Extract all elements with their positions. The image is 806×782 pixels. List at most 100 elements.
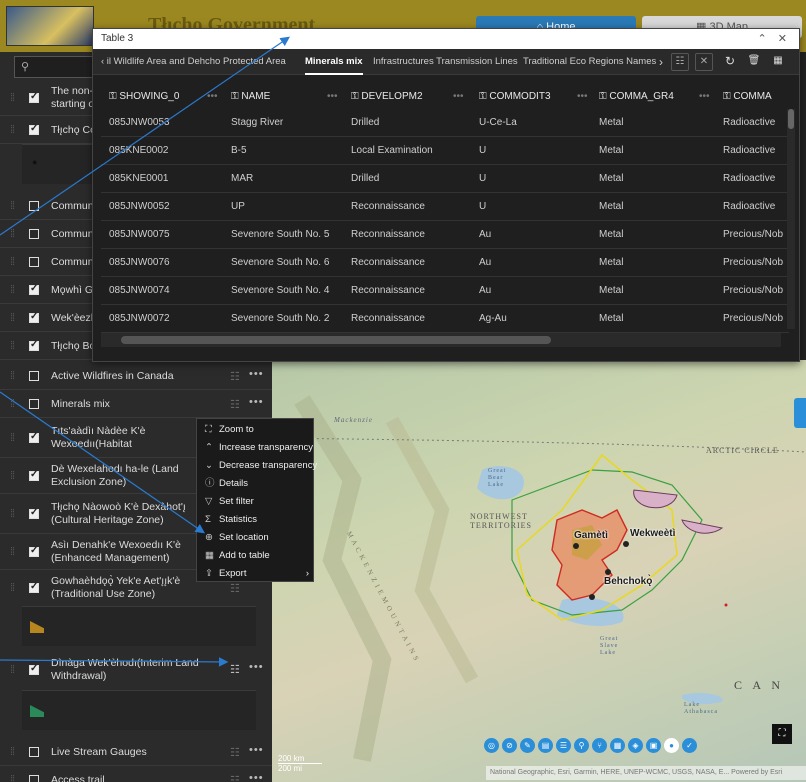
drag-handle-icon[interactable]: ⁞⁞ (10, 398, 15, 410)
layer-checkbox[interactable] (29, 91, 39, 103)
window-controls[interactable]: ⌃ ✕ (758, 29, 792, 49)
panel-toggle-button[interactable] (794, 398, 806, 428)
legend-toggle-icon[interactable]: ☷ (230, 398, 240, 411)
tab-eco-regions[interactable]: Traditional Eco Regions Names (523, 49, 656, 75)
delete-icon[interactable]: 🗑 (745, 53, 763, 71)
layer-options-icon[interactable]: ••• (249, 661, 264, 673)
menu-item-export[interactable]: ⇪ Export › (205, 565, 309, 583)
menu-item-set-location[interactable]: ⊕ Set location (205, 529, 269, 547)
drag-handle-icon[interactable]: ⁞⁞ (10, 664, 15, 676)
layer-checkbox[interactable] (29, 311, 39, 323)
tool-active-icon[interactable]: ● (664, 738, 679, 753)
layer-options-icon[interactable]: ••• (249, 368, 264, 380)
layer-checkbox[interactable] (29, 201, 39, 211)
legend-toggle-icon[interactable]: ☷ (230, 370, 240, 383)
layer-checkbox[interactable] (29, 507, 39, 519)
column-header[interactable]: ⚿ COMMODIT3 (479, 85, 551, 109)
layer-checkbox[interactable] (29, 581, 39, 593)
tab-next-arrow[interactable]: › (659, 49, 663, 75)
layer-checkbox[interactable] (29, 257, 39, 267)
drag-handle-icon[interactable]: ⁞⁞ (10, 774, 15, 782)
table-row[interactable]: 085JNW0052 UP Reconnaissance U Metal Radioact… (101, 193, 789, 221)
tool-tree-icon[interactable]: ⑂ (592, 738, 607, 753)
tab-transmission-lines[interactable]: Infrastructures Transmission Lines (373, 49, 518, 75)
drag-handle-icon[interactable]: ⁞⁞ (10, 284, 15, 296)
column-header[interactable]: ⚿ COMMA (723, 85, 772, 109)
tool-share-icon[interactable]: ⚲ (574, 738, 589, 753)
layer-checkbox[interactable] (29, 283, 39, 295)
column-menu-icon[interactable]: ••• (327, 85, 338, 109)
layer-checkbox[interactable] (29, 371, 39, 381)
layer-checkbox[interactable] (29, 339, 39, 351)
layer-checkbox[interactable] (29, 123, 39, 135)
vertical-scrollbar[interactable] (787, 109, 795, 329)
fullscreen-icon[interactable]: ⛶ (772, 724, 792, 744)
drag-handle-icon[interactable]: ⁞⁞ (10, 256, 15, 268)
drag-handle-icon[interactable]: ⁞⁞ (10, 582, 15, 594)
menu-item-details[interactable]: ⓘ Details (205, 475, 248, 493)
legend-toggle-icon[interactable]: ☷ (230, 746, 240, 759)
column-menu-icon[interactable]: ••• (207, 85, 218, 109)
tool-layers-icon[interactable]: ◈ (628, 738, 643, 753)
table-row[interactable]: 085JNW0072 Sevenore South No. 2 Reconnaiss… (101, 305, 789, 333)
layer-item-9[interactable]: ⁞⁞ Minerals mix ☷ ••• (0, 390, 272, 418)
tool-basemap-icon[interactable]: ▣ (646, 738, 661, 753)
layer-item-15[interactable]: ⁞⁞ Dìnàga Wek'èhodı(Interim Land Withdra… (0, 650, 272, 690)
table-row[interactable]: 085JNW0074 Sevenore South No. 4 Reconnaiss… (101, 277, 789, 305)
drag-handle-icon[interactable]: ⁞⁞ (10, 546, 15, 558)
table-row[interactable]: 085JNW0076 Sevenore South No. 6 Reconnaiss… (101, 249, 789, 277)
table-row[interactable]: 085JNW0075 Sevenore South No. 5 Reconnaiss… (101, 221, 789, 249)
column-header[interactable]: ⚿ SHOWING_0 (109, 85, 179, 109)
clear-selection-icon[interactable]: ✕ (695, 53, 713, 71)
layer-item-8[interactable]: ⁞⁞ Active Wildfires in Canada ☷ ••• (0, 362, 272, 390)
tool-draw-icon[interactable]: ✎ (520, 738, 535, 753)
tool-print-icon[interactable]: ▤ (538, 738, 553, 753)
drag-handle-icon[interactable]: ⁞⁞ (10, 340, 15, 352)
drag-handle-icon[interactable]: ⁞⁞ (10, 432, 15, 444)
layer-checkbox[interactable] (29, 431, 39, 443)
layer-checkbox[interactable] (29, 747, 39, 757)
layer-options-icon[interactable]: ••• (249, 396, 264, 408)
table-row[interactable]: 085KNE0001 MAR Drilled U Metal Radioactive (101, 165, 789, 193)
drag-handle-icon[interactable]: ⁞⁞ (10, 200, 15, 212)
column-options-icon[interactable]: ▦ (769, 53, 787, 71)
drag-handle-icon[interactable]: ⁞⁞ (10, 124, 15, 136)
column-header[interactable]: ⚿ NAME (231, 85, 270, 109)
layer-checkbox[interactable] (29, 663, 39, 675)
drag-handle-icon[interactable]: ⁞⁞ (10, 228, 15, 240)
tool-list-icon[interactable]: ☰ (556, 738, 571, 753)
tab-wildlife-area[interactable]: ‹ il Wildlife Area and Dehcho Protected … (101, 49, 286, 75)
legend-toggle-icon[interactable]: ☷ (230, 582, 240, 595)
drag-handle-icon[interactable]: ⁞⁞ (10, 312, 15, 324)
tool-table-icon[interactable]: ▦ (610, 738, 625, 753)
menu-item-set-filter[interactable]: ▽ Set filter (205, 493, 254, 511)
table-row[interactable]: 085JNW0053 Stagg River Drilled U-Ce-La Metal… (101, 109, 789, 137)
map-view[interactable]: ARCTIC CIRCLE NORTHWEST TERRITORIES Mack… (272, 360, 806, 782)
table-title-bar[interactable]: Table 3 ⌃ ✕ (93, 29, 799, 49)
drag-handle-icon[interactable]: ⁞⁞ (10, 470, 15, 482)
layer-options-icon[interactable]: ••• (249, 744, 264, 756)
tool-check-icon[interactable]: ✓ (682, 738, 697, 753)
menu-item-add-to-table[interactable]: ▦ Add to table (205, 547, 270, 565)
column-menu-icon[interactable]: ••• (453, 85, 464, 109)
legend-toggle-icon[interactable]: ☷ (230, 774, 240, 782)
column-menu-icon[interactable]: ••• (699, 85, 710, 109)
layer-checkbox[interactable] (29, 775, 39, 782)
column-header[interactable]: ⚿ COMMA_GR4 (599, 85, 674, 109)
layer-checkbox[interactable] (29, 469, 39, 481)
tool-measure-icon[interactable]: ⊘ (502, 738, 517, 753)
horizontal-scrollbar[interactable] (101, 333, 781, 347)
menu-item-decrease-transparency[interactable]: ⌄ Decrease transparency (205, 457, 317, 475)
tool-locate-icon[interactable]: ◎ (484, 738, 499, 753)
drag-handle-icon[interactable]: ⁞⁞ (10, 746, 15, 758)
menu-item-zoom-to[interactable]: ⛶ Zoom to (205, 421, 254, 439)
layer-options-icon[interactable]: ••• (249, 772, 264, 782)
refresh-icon[interactable]: ↻ (721, 53, 739, 71)
drag-handle-icon[interactable]: ⁞⁞ (10, 92, 15, 104)
layer-item-17[interactable]: ⁞⁞ Access trail ☷ ••• (0, 766, 272, 782)
show-selection-icon[interactable]: ☷ (671, 53, 689, 71)
drag-handle-icon[interactable]: ⁞⁞ (10, 370, 15, 382)
table-row[interactable]: 085KNE0002 B-5 Local Examination U Metal Radi… (101, 137, 789, 165)
layer-checkbox[interactable] (29, 545, 39, 557)
layer-item-16[interactable]: ⁞⁞ Live Stream Gauges ☷ ••• (0, 738, 272, 766)
